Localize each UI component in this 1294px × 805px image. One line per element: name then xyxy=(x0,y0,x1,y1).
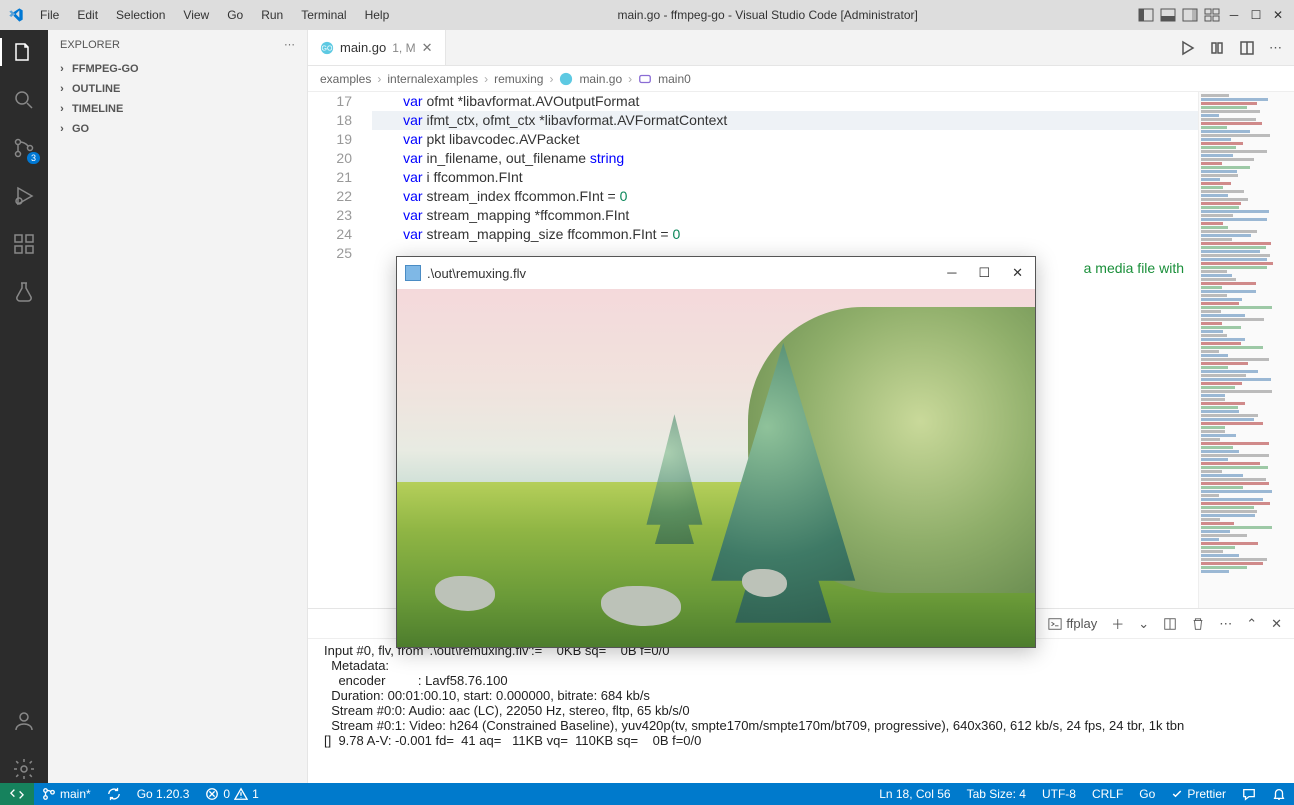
customize-layout-icon[interactable] xyxy=(1204,7,1220,23)
explorer-title: EXPLORER xyxy=(60,39,120,51)
tab-main-go[interactable]: GO main.go 1, M ✕ xyxy=(308,30,446,65)
language-mode[interactable]: Go xyxy=(1131,787,1163,801)
git-branch[interactable]: main* xyxy=(34,783,99,805)
go-file-icon: GO xyxy=(320,41,334,55)
accounts-icon[interactable] xyxy=(10,707,38,735)
symbol-icon xyxy=(638,72,652,86)
menu-edit[interactable]: Edit xyxy=(69,4,106,26)
explorer-more-icon[interactable]: ⋯ xyxy=(284,38,295,51)
minimap[interactable] xyxy=(1198,92,1294,608)
video-frame xyxy=(397,289,1035,647)
run-icon[interactable] xyxy=(1179,40,1195,56)
title-bar: File Edit Selection View Go Run Terminal… xyxy=(0,0,1294,30)
notifications-icon[interactable] xyxy=(1264,787,1294,801)
activity-bar: 3 xyxy=(0,30,48,783)
close-panel-icon[interactable]: ✕ xyxy=(1271,616,1282,632)
breadcrumb-item[interactable]: examples xyxy=(320,72,371,86)
close-button[interactable]: ✕ xyxy=(1270,7,1286,23)
prettier-label: Prettier xyxy=(1187,787,1226,801)
breadcrumb-item[interactable]: main0 xyxy=(658,72,691,86)
scm-badge: 3 xyxy=(27,152,40,164)
editor-more-icon[interactable]: ⋯ xyxy=(1269,40,1282,56)
breadcrumb-item[interactable]: remuxing xyxy=(494,72,543,86)
svg-text:GO: GO xyxy=(322,45,333,52)
search-icon[interactable] xyxy=(10,86,38,114)
split-editor-icon[interactable] xyxy=(1239,40,1255,56)
line-numbers: 171819202122232425 xyxy=(308,92,364,608)
maximize-button[interactable]: ☐ xyxy=(1248,7,1264,23)
branch-name: main* xyxy=(60,787,91,801)
warning-count: 1 xyxy=(252,787,259,801)
source-control-icon[interactable]: 3 xyxy=(10,134,38,162)
section-label: FFMPEG-GO xyxy=(72,63,139,75)
video-titlebar[interactable]: .\out\remuxing.flv ─ ☐ ✕ xyxy=(397,257,1035,289)
video-title: .\out\remuxing.flv xyxy=(427,266,526,281)
new-terminal-icon[interactable]: ＋ xyxy=(1111,614,1124,633)
menu-help[interactable]: Help xyxy=(357,4,398,26)
minimize-button[interactable]: ─ xyxy=(1226,7,1242,23)
breadcrumb-item[interactable]: internalexamples xyxy=(387,72,478,86)
layout-primary-icon[interactable] xyxy=(1138,7,1154,23)
window-controls: ─ ☐ ✕ xyxy=(1138,7,1286,23)
menu-run[interactable]: Run xyxy=(253,4,291,26)
menu-view[interactable]: View xyxy=(175,4,217,26)
video-close-icon[interactable]: ✕ xyxy=(1012,265,1023,281)
tab-suffix: 1, M xyxy=(392,41,415,55)
problems-status[interactable]: 0 1 xyxy=(197,783,266,805)
encoding[interactable]: UTF-8 xyxy=(1034,787,1084,801)
menu-terminal[interactable]: Terminal xyxy=(293,4,354,26)
explorer-sidebar: EXPLORER ⋯ ›FFMPEG-GO ›OUTLINE ›TIMELINE… xyxy=(48,30,308,783)
main-menu: File Edit Selection View Go Run Terminal… xyxy=(32,4,397,26)
extensions-icon[interactable] xyxy=(10,230,38,258)
testing-icon[interactable] xyxy=(10,278,38,306)
panel-more-icon[interactable]: ⋯ xyxy=(1219,616,1232,632)
menu-selection[interactable]: Selection xyxy=(108,4,173,26)
video-minimize-icon[interactable]: ─ xyxy=(947,265,956,281)
explorer-icon[interactable] xyxy=(10,38,38,66)
layout-panel-icon[interactable] xyxy=(1160,7,1176,23)
tab-close-icon[interactable]: ✕ xyxy=(422,40,433,56)
section-label: TIMELINE xyxy=(72,103,123,115)
vscode-logo-icon xyxy=(8,7,24,23)
terminal-output[interactable]: Input #0, flv, from '.\out\remuxing.flv'… xyxy=(308,639,1294,783)
section-label: OUTLINE xyxy=(72,83,120,95)
status-bar: main* Go 1.20.3 0 1 Ln 18, Col 56 Tab Si… xyxy=(0,783,1294,805)
prettier-status[interactable]: Prettier xyxy=(1163,787,1234,801)
video-app-icon xyxy=(405,265,421,281)
section-go[interactable]: ›GO xyxy=(48,119,307,139)
error-count: 0 xyxy=(223,787,230,801)
section-timeline[interactable]: ›TIMELINE xyxy=(48,99,307,119)
eol[interactable]: CRLF xyxy=(1084,787,1131,801)
terminal-tab-ffplay[interactable]: ffplay xyxy=(1048,616,1097,631)
kill-terminal-icon[interactable] xyxy=(1191,617,1205,631)
video-player-window[interactable]: .\out\remuxing.flv ─ ☐ ✕ xyxy=(396,256,1036,648)
tab-bar: GO main.go 1, M ✕ ⋯ xyxy=(308,30,1294,66)
run-debug-icon[interactable] xyxy=(10,182,38,210)
split-terminal-icon[interactable] xyxy=(1163,617,1177,631)
menu-file[interactable]: File xyxy=(32,4,67,26)
breadcrumb-item[interactable]: main.go xyxy=(579,72,622,86)
go-version[interactable]: Go 1.20.3 xyxy=(129,783,198,805)
feedback-icon[interactable] xyxy=(1234,787,1264,801)
menu-go[interactable]: Go xyxy=(219,4,251,26)
section-ffmpeg-go[interactable]: ›FFMPEG-GO xyxy=(48,59,307,79)
split-compare-icon[interactable] xyxy=(1209,40,1225,56)
maximize-panel-icon[interactable]: ⌃ xyxy=(1246,616,1257,632)
tab-filename: main.go xyxy=(340,40,386,55)
terminal-tab-label: ffplay xyxy=(1066,616,1097,631)
section-outline[interactable]: ›OUTLINE xyxy=(48,79,307,99)
settings-gear-icon[interactable] xyxy=(10,755,38,783)
breadcrumbs[interactable]: examples› internalexamples› remuxing› ma… xyxy=(308,66,1294,92)
go-file-icon xyxy=(559,72,573,86)
cursor-position[interactable]: Ln 18, Col 56 xyxy=(871,787,958,801)
remote-indicator[interactable] xyxy=(0,783,34,805)
layout-secondary-icon[interactable] xyxy=(1182,7,1198,23)
video-maximize-icon[interactable]: ☐ xyxy=(978,265,990,281)
sync-button[interactable] xyxy=(99,783,129,805)
terminal-dropdown-icon[interactable]: ⌄ xyxy=(1138,616,1149,632)
terminal-icon xyxy=(1048,617,1062,631)
window-title: main.go - ffmpeg-go - Visual Studio Code… xyxy=(397,8,1138,22)
indentation[interactable]: Tab Size: 4 xyxy=(959,787,1034,801)
section-label: GO xyxy=(72,123,89,135)
